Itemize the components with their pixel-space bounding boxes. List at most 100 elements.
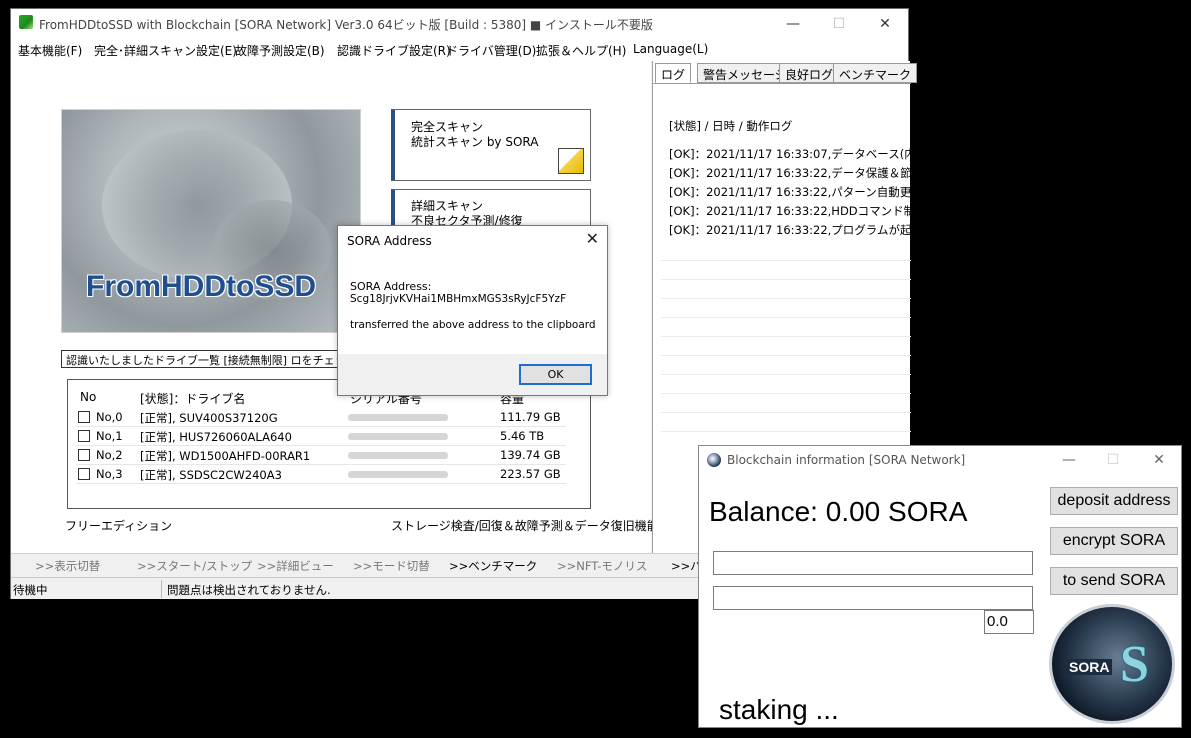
drive-checkbox[interactable] <box>78 430 90 442</box>
drive-name: [正常], WD1500AHFD-00RAR1 <box>140 449 311 463</box>
full-scan-sublabel: 統計スキャン by SORA <box>411 135 539 149</box>
dialog-title: SORA Address <box>347 234 432 248</box>
divider <box>661 298 911 299</box>
title-bar[interactable]: FromHDDtoSSD with Blockchain [SORA Netwo… <box>11 9 908 39</box>
drive-name: [正常], SUV400S37120G <box>140 411 278 425</box>
edition-label: フリーエディション <box>65 519 173 533</box>
app-icon <box>19 15 33 29</box>
staking-status: staking ... <box>719 694 839 725</box>
minimize-button[interactable]: — <box>1049 449 1089 471</box>
divider <box>661 393 911 394</box>
toolbar-start-stop[interactable]: >>スタート/ストップ <box>137 558 252 574</box>
drive-size: 139.74 GB <box>500 448 561 462</box>
divider <box>661 279 911 280</box>
col-drive-name: [状態]：ドライブ名 <box>140 392 246 406</box>
dialog-close-icon[interactable]: ✕ <box>586 229 599 248</box>
menu-help[interactable]: 拡張＆ヘルプ(H) <box>536 42 626 59</box>
toolbar-nft-monolith[interactable]: >>NFT-モノリス <box>557 558 647 574</box>
drive-no: No,0 <box>96 410 123 424</box>
sora-logo-text: SORA <box>1066 659 1113 675</box>
hero-image: FromHDDtoSSD <box>61 109 361 333</box>
toolbar-detail-view[interactable]: >>詳細ビュー <box>257 558 334 574</box>
close-button[interactable]: ✕ <box>863 12 907 36</box>
log-entry: [OK]：2021/11/17 16:33:22,プログラムが起動いた <box>669 223 911 237</box>
drive-no: No,3 <box>96 467 123 481</box>
tab-benchmark[interactable]: ベンチマーク <box>833 63 918 83</box>
drive-table: No [状態]：ドライブ名 シリアル番号 容量 No,0 [正常], SUV40… <box>67 379 591 509</box>
window-title: FromHDDtoSSD with Blockchain [SORA Netwo… <box>39 18 653 32</box>
table-row[interactable]: No,3 [正常], SSDSC2CW240A3 223.57 GB <box>76 465 566 484</box>
status-state: 待機中 <box>13 583 48 597</box>
serial-redacted <box>348 414 448 421</box>
menu-drive-settings[interactable]: 認識ドライブ設定(R) <box>337 42 451 59</box>
drive-size: 111.79 GB <box>500 410 561 424</box>
balance-label: Balance: 0.00 SORA <box>709 496 968 527</box>
blockchain-app-icon <box>707 453 721 467</box>
log-entry: [OK]：2021/11/17 16:33:22,パターン自動更新スレ <box>669 185 911 199</box>
minimize-button[interactable]: — <box>771 12 815 36</box>
drive-size: 223.57 GB <box>500 467 561 481</box>
dialog-message: transferred the above address to the cli… <box>350 319 596 331</box>
table-row[interactable]: No,0 [正常], SUV400S37120G 111.79 GB <box>76 408 566 427</box>
col-no: No <box>80 390 97 404</box>
tab-good-log[interactable]: 良好ログ <box>779 63 840 83</box>
log-entry: [OK]：2021/11/17 16:33:22,データ保護＆節電機能 <box>669 166 911 180</box>
divider <box>661 355 911 356</box>
sora-s-icon: S <box>1120 636 1149 693</box>
toolbar-toggle-view[interactable]: >>表示切替 <box>35 558 100 574</box>
hero-title: FromHDDtoSSD <box>86 270 316 303</box>
drive-checkbox[interactable] <box>78 411 90 423</box>
dialog-address-value: Scg18JrjvKVHai1MBHmxMGS3sRyJcF5YzF <box>350 293 567 305</box>
ok-button[interactable]: OK <box>519 364 592 385</box>
divider <box>661 336 911 337</box>
divider <box>661 431 911 432</box>
table-row[interactable]: No,2 [正常], WD1500AHFD-00RAR1 139.74 GB <box>76 446 566 465</box>
status-message: 問題点は検出されておりません. <box>167 583 331 597</box>
drive-size: 5.46 TB <box>500 429 545 443</box>
drive-no: No,1 <box>96 429 123 443</box>
encrypt-sora-button[interactable]: encrypt SORA <box>1050 527 1178 555</box>
serial-redacted <box>348 452 448 459</box>
sora-logo: SORA S <box>1049 604 1175 724</box>
maximize-button[interactable]: ☐ <box>817 12 861 36</box>
send-sora-button[interactable]: to send SORA <box>1050 567 1178 595</box>
blockchain-title: Blockchain information [SORA Network] <box>727 453 966 467</box>
drive-name: [正常], HUS726060ALA640 <box>140 430 292 444</box>
feature-note: ストレージ検査/回復＆故障予測＆データ復旧機能 <box>391 519 659 533</box>
blockchain-window: Blockchain information [SORA Network] — … <box>698 445 1182 728</box>
drive-list-caption: 認識いたしましたドライブ一覧 [接続無制限] ロをチェックでスキャン開始 <box>61 350 351 368</box>
log-header: [状態] / 日時 / 動作ログ <box>669 119 793 133</box>
divider <box>661 317 911 318</box>
close-button[interactable]: ✕ <box>1139 449 1179 471</box>
note-icon <box>558 148 584 174</box>
full-scan-button[interactable]: 完全スキャン 統計スキャン by SORA <box>391 109 591 181</box>
menu-language[interactable]: Language(L) <box>633 42 708 56</box>
serial-redacted <box>348 471 448 478</box>
drive-checkbox[interactable] <box>78 449 90 461</box>
table-row[interactable]: No,1 [正常], HUS726060ALA640 5.46 TB <box>76 427 566 446</box>
menu-driver[interactable]: ドライバ管理(D) <box>446 42 536 59</box>
toolbar-benchmark[interactable]: >>ベンチマーク <box>449 558 537 574</box>
menu-basic[interactable]: 基本機能(F) <box>18 42 82 59</box>
address-input[interactable] <box>713 551 1033 575</box>
tab-log[interactable]: ログ <box>655 63 692 83</box>
divider <box>661 412 911 413</box>
drive-no: No,2 <box>96 448 123 462</box>
menu-scan-settings[interactable]: 完全･詳細スキャン設定(E) <box>94 42 237 59</box>
divider <box>661 374 911 375</box>
drive-name: [正常], SSDSC2CW240A3 <box>140 468 282 482</box>
message-input[interactable] <box>713 586 1033 610</box>
deposit-address-button[interactable]: deposit address <box>1050 487 1178 515</box>
serial-redacted <box>348 433 448 440</box>
divider <box>661 260 911 261</box>
maximize-button[interactable]: ☐ <box>1093 449 1133 471</box>
divider <box>161 580 162 598</box>
drive-checkbox[interactable] <box>78 468 90 480</box>
toolbar-mode-switch[interactable]: >>モード切替 <box>353 558 430 574</box>
sora-address-dialog: SORA Address ✕ SORA Address: Scg18JrjvKV… <box>337 225 608 396</box>
menu-failure-prediction[interactable]: 故障予測設定(B) <box>235 42 325 59</box>
log-entry: [OK]：2021/11/17 16:33:22,HDDコマンド制御を開 <box>669 204 911 218</box>
menu-bar: 基本機能(F) 完全･詳細スキャン設定(E) 故障予測設定(B) 認識ドライブ設… <box>11 39 908 61</box>
log-entry: [OK]：2021/11/17 16:33:07,データベース(内部処理 <box>669 147 911 161</box>
amount-input[interactable]: 0.0 <box>984 610 1034 634</box>
